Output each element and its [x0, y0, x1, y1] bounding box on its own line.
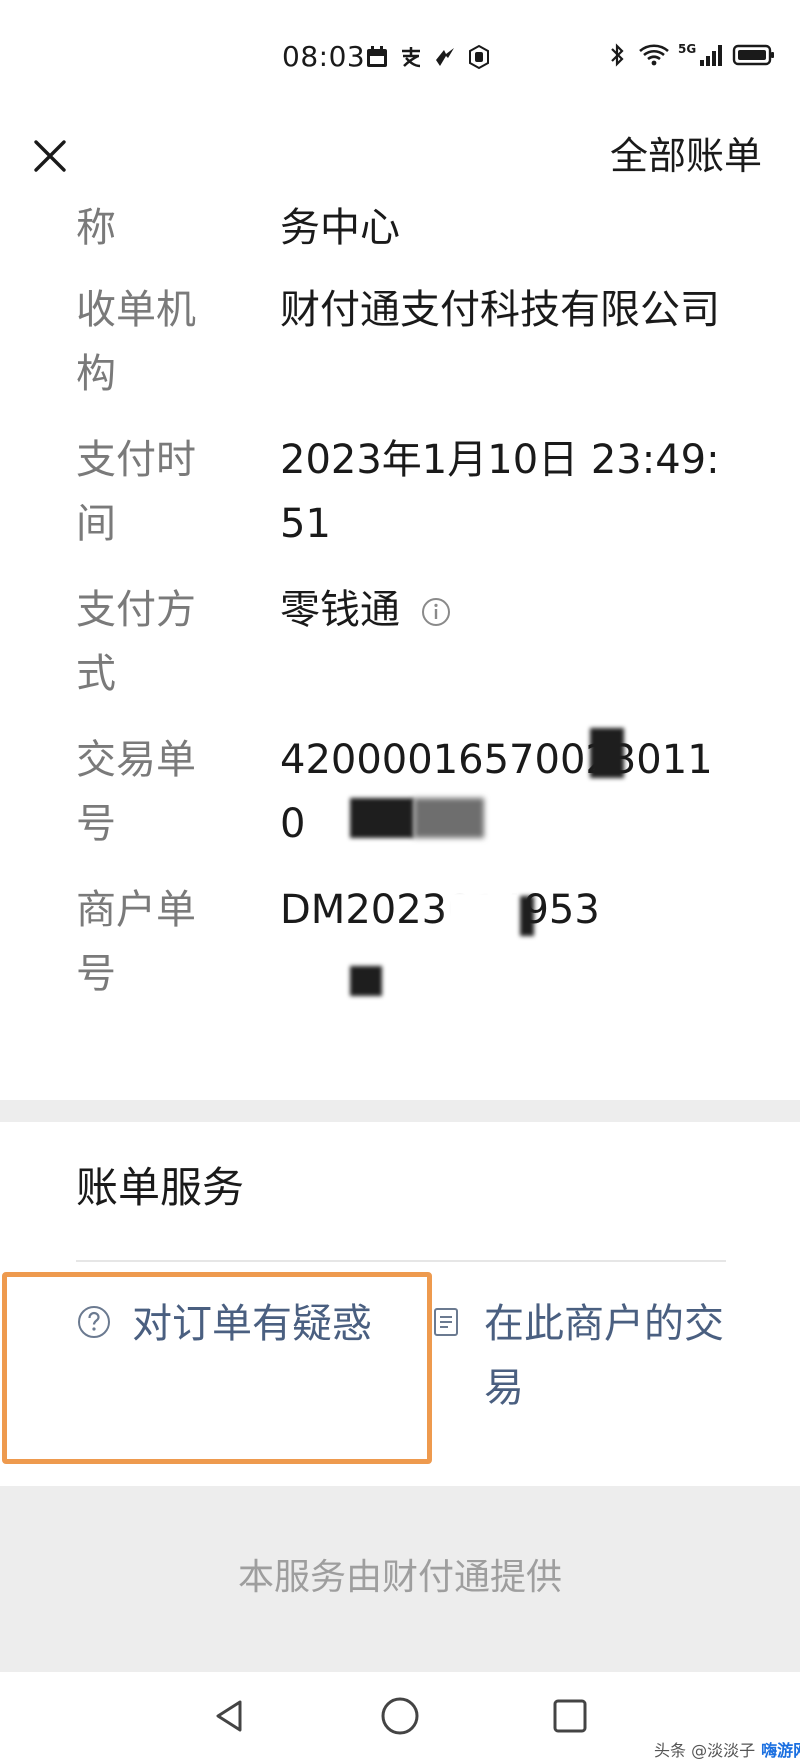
hand-icon	[469, 44, 489, 70]
detail-label: 商户单号	[76, 887, 196, 997]
calendar-icon	[367, 46, 387, 67]
wifi-icon	[639, 44, 669, 66]
redaction-mark	[446, 890, 526, 940]
detail-value: 财付通支付科技有限公司	[280, 287, 720, 333]
nav-home-button[interactable]	[374, 1690, 426, 1742]
redaction-mark	[520, 896, 534, 936]
detail-value-wrap: 零钱通	[280, 578, 730, 642]
nav-recent-button[interactable]	[544, 1690, 596, 1742]
alipay-icon	[402, 47, 421, 68]
watermark-brand: 嗨游网	[761, 1742, 800, 1760]
services-title: 账单服务	[76, 1163, 245, 1212]
redaction-mark	[350, 966, 382, 996]
detail-label: 支付时间	[76, 437, 196, 547]
info-icon[interactable]	[420, 596, 452, 628]
nav-back-button[interactable]	[204, 1690, 256, 1742]
back-triangle-icon	[216, 1700, 242, 1732]
app-icon	[436, 48, 454, 66]
services-divider	[76, 1260, 726, 1262]
status-time: 08:03	[282, 40, 366, 73]
status-left-icons	[364, 44, 492, 70]
status-bar: 08:03 5G	[0, 0, 800, 110]
close-button[interactable]	[22, 128, 78, 184]
provider-text: 本服务由财付通提供	[237, 1557, 562, 1598]
status-right-icons: 5G	[604, 42, 776, 68]
redaction-mark	[590, 728, 624, 778]
home-circle-icon	[381, 1697, 419, 1735]
bill-details: 称 务中心 收单机构 财付通支付科技有限公司 支付时间 2023年1月10日 2…	[0, 200, 800, 1100]
detail-value: 务中心	[280, 205, 400, 251]
detail-label: 称	[76, 205, 116, 251]
merchant-transactions-label: 在此商户的交易	[484, 1301, 724, 1411]
all-bills-link[interactable]: 全部账单	[610, 128, 762, 184]
bluetooth-icon	[611, 43, 624, 67]
redaction-mark	[414, 798, 484, 838]
watermark-text: 头条 @淡淡子	[654, 1742, 756, 1760]
order-question-label: 对订单有疑惑	[132, 1301, 372, 1347]
redaction-mark	[560, 790, 730, 838]
document-icon	[434, 1308, 458, 1336]
battery-icon	[733, 44, 775, 66]
detail-value: 2023年1月10日 23:49:51	[280, 437, 720, 547]
network-label: 5G	[678, 42, 697, 56]
footer: 本服务由财付通提供	[0, 1486, 800, 1672]
question-circle-icon	[78, 1306, 110, 1338]
section-divider	[0, 1100, 800, 1122]
watermark: 头条 @淡淡子嗨游网	[654, 1742, 800, 1760]
detail-label: 交易单号	[76, 737, 196, 847]
merchant-transactions-button[interactable]: 在此商户的交易	[428, 1292, 724, 1420]
detail-label: 收单机构	[76, 287, 196, 397]
close-icon	[34, 140, 66, 172]
bill-services: 账单服务 对订单有疑惑 在此商户的交易	[0, 1122, 800, 1486]
recent-square-icon	[553, 1699, 587, 1733]
signal-icon	[700, 45, 723, 66]
detail-value: 零钱通	[280, 587, 400, 633]
order-question-button[interactable]: 对订单有疑惑	[76, 1292, 372, 1356]
redaction-mark	[350, 798, 414, 838]
header: 全部账单	[0, 110, 800, 206]
detail-label: 支付方式	[76, 587, 196, 697]
